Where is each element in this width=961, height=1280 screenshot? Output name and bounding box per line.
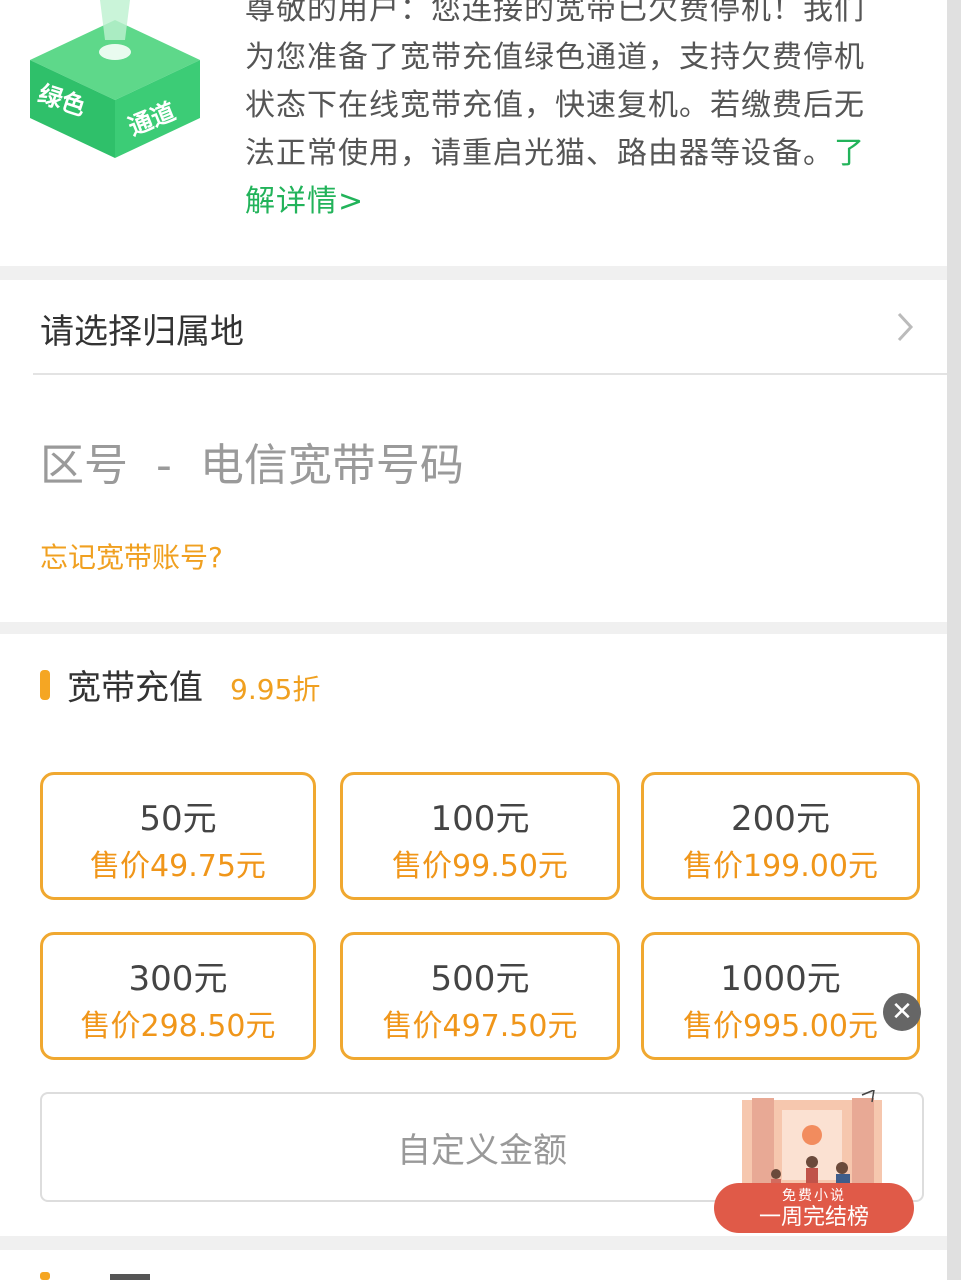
face-value: 1000元: [720, 959, 841, 999]
face-value: 50元: [139, 799, 217, 839]
forgot-account-link[interactable]: 忘记宽带账号?: [40, 536, 223, 576]
next-section-peek: [40, 1272, 150, 1280]
amount-option[interactable]: 100元 售价99.50元: [340, 772, 620, 900]
sale-price: 售价497.50元: [382, 1009, 578, 1044]
discount-label: 9.95折: [230, 673, 321, 706]
section-divider: [0, 266, 947, 280]
sale-price: 售价298.50元: [80, 1009, 276, 1044]
section-divider: [0, 1236, 947, 1250]
region-selector[interactable]: 请选择归属地: [0, 280, 947, 374]
face-value: 500元: [430, 959, 530, 999]
sale-price: 售价199.00元: [683, 849, 878, 884]
ad-line1: 免费小说: [782, 1188, 846, 1204]
chevron-right-icon: [897, 312, 914, 342]
divider-line: [33, 373, 961, 375]
amount-option[interactable]: 200元 售价199.00元: [641, 772, 920, 900]
notice-text: 尊敬的用户：您连接的宽带已欠费停机！我们为您准备了宽带充值绿色通道，支持欠费停机…: [245, 0, 865, 171]
sale-price: 售价49.75元: [90, 849, 266, 884]
amount-option[interactable]: 50元 售价49.75元: [40, 772, 316, 900]
arrears-notice: 尊敬的用户：您连接的宽带已欠费停机！我们为您准备了宽带充值绿色通道，支持欠费停机…: [245, 0, 895, 226]
recharge-title: 宽带充值: [67, 668, 203, 708]
section-marker: [40, 670, 50, 700]
face-value: 200元: [731, 799, 830, 839]
broadband-number-input[interactable]: [40, 430, 900, 500]
sale-price: 售价995.00元: [683, 1009, 878, 1044]
green-channel-badge-icon: 绿色 通道: [30, 0, 200, 158]
custom-amount-label: 自定义金额: [397, 1130, 567, 1171]
close-icon[interactable]: ✕: [883, 993, 921, 1031]
amount-option[interactable]: 1000元 售价995.00元: [641, 932, 920, 1060]
sale-price: 售价99.50元: [392, 849, 568, 884]
region-label: 请选择归属地: [40, 312, 244, 352]
face-value: 300元: [128, 959, 228, 999]
amount-option[interactable]: 300元 售价298.50元: [40, 932, 316, 1060]
scrollbar[interactable]: [947, 0, 961, 1280]
amount-option[interactable]: 500元 售价497.50元: [340, 932, 620, 1060]
face-value: 100元: [430, 799, 530, 839]
section-divider: [0, 622, 947, 634]
ad-line2: 一周完结榜: [758, 1205, 869, 1230]
novel-ad-banner[interactable]: 免费小说 一周完结榜: [714, 1183, 914, 1233]
